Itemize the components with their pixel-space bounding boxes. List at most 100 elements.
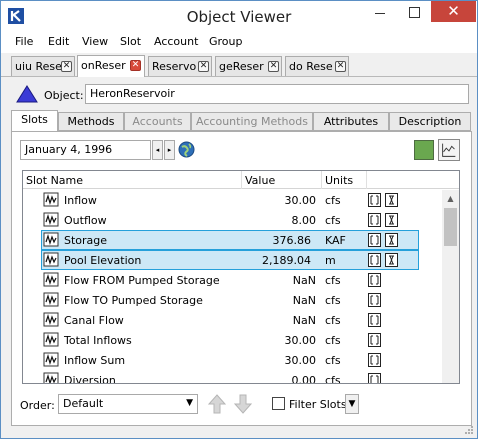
- column-divider[interactable]: [241, 171, 242, 189]
- slot-flag-bracket-icon[interactable]: [368, 333, 381, 347]
- slot-name: Outflow: [64, 214, 107, 227]
- minimize-button[interactable]: [363, 1, 397, 23]
- close-tab-icon[interactable]: ✕: [61, 61, 72, 72]
- slot-flag-bracket-icon[interactable]: [368, 253, 381, 267]
- menu-file[interactable]: File: [15, 35, 33, 48]
- slot-flag-bracket-icon[interactable]: [368, 193, 381, 207]
- date-field[interactable]: January 4, 1996: [20, 140, 151, 160]
- order-label: Order:: [20, 399, 55, 412]
- tab-accounts[interactable]: Accounts: [124, 112, 191, 131]
- filter-slots-checkbox[interactable]: [272, 397, 285, 410]
- slot-value: 0.00: [291, 374, 317, 384]
- tab-description[interactable]: Description: [389, 112, 471, 131]
- table-row[interactable]: Total Inflows 30.00 cfs: [23, 330, 442, 350]
- slot-flag-bracket-icon[interactable]: [368, 313, 381, 327]
- doc-tab-label: Reservo: [152, 60, 197, 73]
- menu-slot[interactable]: Slot: [120, 35, 141, 48]
- table-row[interactable]: Outflow 8.00 cfs: [23, 210, 442, 230]
- slot-name: Inflow: [64, 194, 97, 207]
- close-tab-icon[interactable]: ✕: [335, 61, 346, 72]
- slot-flag-x-icon[interactable]: [385, 233, 398, 247]
- series-slot-icon: [43, 212, 59, 227]
- doc-tab-1[interactable]: uiu Rese ✕: [11, 56, 75, 76]
- slot-flag-x-icon[interactable]: [385, 193, 398, 207]
- slot-flag-bracket-icon[interactable]: [368, 353, 381, 367]
- column-divider[interactable]: [321, 171, 322, 189]
- doc-tab-2[interactable]: onReser ✕: [77, 55, 145, 77]
- close-tab-icon[interactable]: ✕: [130, 60, 141, 71]
- menu-edit[interactable]: Edit: [48, 35, 69, 48]
- series-slot-icon: [43, 192, 59, 207]
- column-header-units[interactable]: Units: [325, 174, 353, 187]
- column-header-slot-name[interactable]: Slot Name: [26, 174, 83, 187]
- table-row[interactable]: Flow TO Pumped Storage NaN cfs: [23, 290, 442, 310]
- move-up-arrow-icon[interactable]: [206, 392, 228, 416]
- scroll-thumb[interactable]: [444, 208, 457, 246]
- chevron-down-icon: ▼: [186, 398, 193, 408]
- doc-tab-5[interactable]: do Rese ✕: [285, 56, 349, 76]
- slot-flag-bracket-icon[interactable]: [368, 373, 381, 384]
- globe-icon[interactable]: [178, 141, 195, 158]
- object-tab-strip: uiu Rese ✕ onReser ✕ Reservo ✕ geReser ✕…: [1, 53, 477, 77]
- slot-flag-x-icon[interactable]: [385, 253, 398, 267]
- previous-date-button[interactable]: ◂: [152, 140, 163, 160]
- slot-flag-bracket-icon[interactable]: [368, 293, 381, 307]
- tab-methods[interactable]: Methods: [58, 112, 124, 131]
- menu-group[interactable]: Group: [209, 35, 243, 48]
- menu-account[interactable]: Account: [154, 35, 198, 48]
- color-status-button[interactable]: [414, 140, 434, 160]
- slot-units: cfs: [325, 214, 341, 227]
- tab-accounting-methods[interactable]: Accounting Methods: [191, 112, 313, 131]
- slot-flag-bracket-icon[interactable]: [368, 273, 381, 287]
- tab-slots[interactable]: Slots: [11, 110, 58, 132]
- object-name-field[interactable]: HeronReservoir: [85, 84, 469, 104]
- slot-units: cfs: [325, 374, 341, 384]
- table-row[interactable]: Pool Elevation 2,189.04 m: [41, 250, 419, 270]
- doc-tab-label: do Rese: [289, 60, 333, 73]
- slots-panel: January 4, 1996 ◂ ▸ Slot Name Value Unit…: [11, 131, 472, 426]
- column-divider[interactable]: [366, 171, 367, 189]
- slot-flag-bracket-icon[interactable]: [368, 213, 381, 227]
- doc-tab-label: geReser: [219, 60, 264, 73]
- slot-value: NaN: [292, 294, 316, 307]
- plot-icon[interactable]: [438, 139, 460, 161]
- slot-name: Pool Elevation: [64, 254, 142, 267]
- series-slot-icon: [43, 332, 59, 347]
- column-header-value[interactable]: Value: [245, 174, 275, 187]
- vertical-scrollbar[interactable]: ▲: [442, 190, 459, 383]
- maximize-button[interactable]: [397, 1, 431, 23]
- table-row[interactable]: Flow FROM Pumped Storage NaN cfs: [23, 270, 442, 290]
- resize-grip-icon[interactable]: [464, 425, 474, 435]
- slot-flag-x-icon[interactable]: [385, 213, 398, 227]
- doc-tab-4[interactable]: geReser ✕: [215, 56, 282, 76]
- close-tab-icon[interactable]: ✕: [268, 61, 279, 72]
- filter-slots-label[interactable]: Filter Slots: [289, 398, 347, 411]
- move-down-arrow-icon[interactable]: [232, 392, 254, 416]
- series-slot-icon: [43, 352, 59, 367]
- menu-view[interactable]: View: [82, 35, 108, 48]
- table-row[interactable]: Storage 376.86 KAF: [41, 230, 419, 250]
- slot-name: Storage: [64, 234, 108, 247]
- table-row[interactable]: Diversion 0.00 cfs: [23, 370, 442, 384]
- close-button[interactable]: ✕: [431, 1, 476, 22]
- doc-tab-label: onReser: [81, 59, 126, 72]
- slot-units: cfs: [325, 314, 341, 327]
- table-row[interactable]: Inflow 30.00 cfs: [23, 190, 442, 210]
- title-bar[interactable]: Object Viewer ✕: [1, 1, 477, 31]
- slot-table: Slot Name Value Units Inflow 30.00 cfs Outf…: [22, 170, 460, 384]
- slot-value: 30.00: [284, 354, 317, 367]
- table-row[interactable]: Canal Flow NaN cfs: [23, 310, 442, 330]
- filter-options-dropdown[interactable]: ▼: [345, 394, 359, 414]
- scroll-up-arrow-icon[interactable]: ▲: [442, 190, 459, 207]
- doc-tab-3[interactable]: Reservo ✕: [148, 56, 212, 76]
- series-slot-icon: [43, 372, 59, 383]
- table-row[interactable]: Inflow Sum 30.00 cfs: [23, 350, 442, 370]
- slot-value: 30.00: [284, 334, 317, 347]
- close-tab-icon[interactable]: ✕: [198, 61, 209, 72]
- slot-units: cfs: [325, 194, 341, 207]
- next-date-button[interactable]: ▸: [164, 140, 175, 160]
- slot-flag-bracket-icon[interactable]: [368, 233, 381, 247]
- order-dropdown[interactable]: Default ▼: [58, 394, 198, 414]
- tab-attributes[interactable]: Attributes: [313, 112, 389, 131]
- series-slot-icon: [43, 252, 59, 267]
